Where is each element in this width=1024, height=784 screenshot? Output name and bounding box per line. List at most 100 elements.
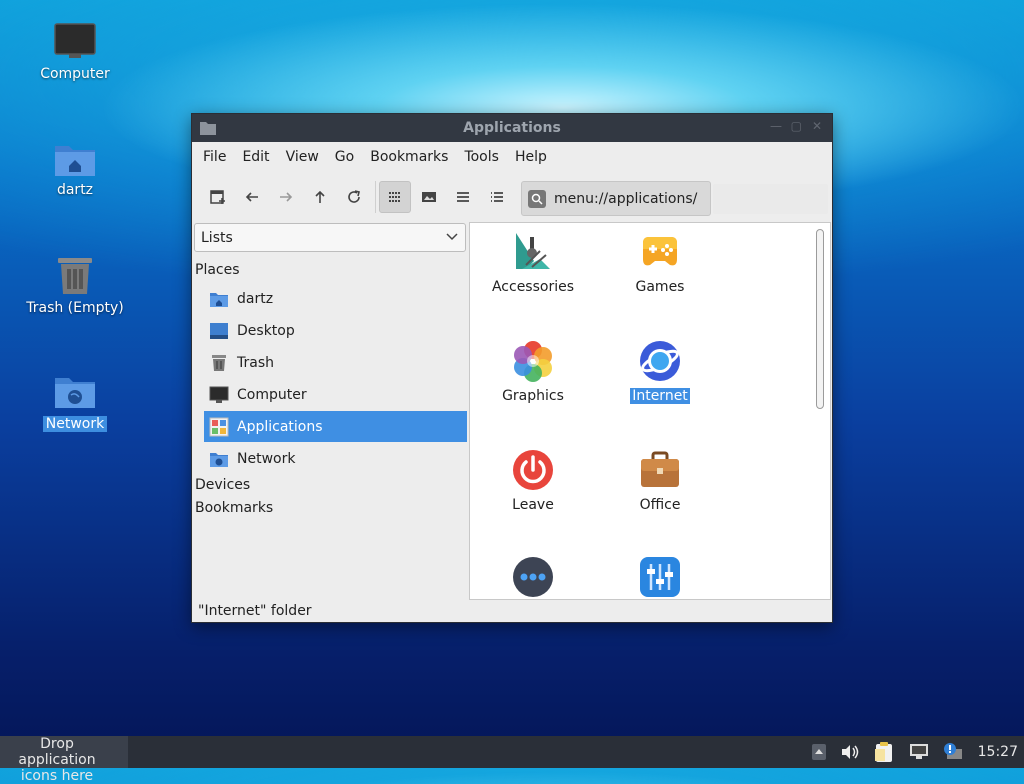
sidebar-item-network[interactable]: Network xyxy=(204,443,467,474)
app-folder-label: Games xyxy=(635,279,685,295)
menu-tools[interactable]: Tools xyxy=(456,149,507,165)
sidebar-item-computer[interactable]: Computer xyxy=(204,379,467,410)
desktop-icon-computer[interactable]: Computer xyxy=(20,22,130,82)
menu-go[interactable]: Go xyxy=(327,149,362,165)
file-view[interactable]: Accessories Games Graphics Internet Leav… xyxy=(469,222,831,600)
gamepad-icon xyxy=(643,237,677,266)
back-icon xyxy=(245,192,258,202)
detailed-list-icon xyxy=(491,192,503,202)
app-folder-games[interactable]: Games xyxy=(600,231,720,295)
desktop-icon-label: Computer xyxy=(40,66,110,82)
clipboard-icon xyxy=(874,742,892,762)
tray-expand-button[interactable] xyxy=(811,743,827,761)
preferences-icon xyxy=(640,557,680,597)
forward-button[interactable] xyxy=(270,181,302,213)
reload-icon xyxy=(348,190,360,203)
internet-icon xyxy=(640,341,680,381)
sidebar-item-label: Desktop xyxy=(237,322,295,339)
side-pane-mode-select[interactable]: Lists xyxy=(194,223,466,252)
update-notifier-icon xyxy=(943,743,962,759)
app-folder-other[interactable] xyxy=(473,556,593,599)
app-folder-accessories[interactable]: Accessories xyxy=(473,231,593,295)
location-bar[interactable]: menu://applications/ xyxy=(521,181,711,216)
devices-header[interactable]: Devices xyxy=(195,477,250,493)
menu-help[interactable]: Help xyxy=(507,149,555,165)
network-folder-icon xyxy=(210,452,228,467)
window-titlebar[interactable]: Applications — ▢ ✕ xyxy=(192,114,832,142)
desktop-icon-network[interactable]: Network xyxy=(20,372,130,432)
maximize-button[interactable]: ▢ xyxy=(791,119,802,133)
sidebar-item-dartz[interactable]: dartz xyxy=(204,283,467,314)
minimize-button[interactable]: — xyxy=(770,119,782,133)
desktop-icon-trash[interactable]: Trash (Empty) xyxy=(20,256,130,316)
sidebar-item-trash[interactable]: Trash xyxy=(204,347,467,378)
new-tab-button[interactable] xyxy=(202,181,234,213)
thumbnail-view-button[interactable] xyxy=(413,181,445,213)
network-status-button[interactable] xyxy=(909,743,929,761)
other-icon xyxy=(513,557,553,597)
app-folder-graphics[interactable]: Graphics xyxy=(473,340,593,404)
graphics-icon xyxy=(514,341,552,382)
trash-icon xyxy=(212,354,226,371)
sidebar-item-desktop[interactable]: Desktop xyxy=(204,315,467,346)
trash-icon xyxy=(58,258,92,294)
window-title: Applications xyxy=(463,120,561,136)
briefcase-icon xyxy=(641,451,679,487)
icon-view-icon xyxy=(389,192,400,202)
update-notifier-button[interactable] xyxy=(943,743,963,761)
icon-view-button[interactable] xyxy=(379,181,411,213)
app-folder-label: Internet xyxy=(630,388,690,404)
computer-icon xyxy=(209,386,229,403)
sidebar-item-label: Applications xyxy=(237,418,323,435)
menubar: File Edit View Go Bookmarks Tools Help xyxy=(192,142,832,172)
menu-bookmarks[interactable]: Bookmarks xyxy=(362,149,456,165)
clock[interactable]: 15:27 xyxy=(978,744,1018,760)
side-pane-mode-value: Lists xyxy=(201,229,233,246)
location-path: menu://applications/ xyxy=(554,190,698,207)
forward-icon xyxy=(280,192,293,202)
taskbar: Drop application icons here 15:27 xyxy=(0,736,1024,784)
menu-edit[interactable]: Edit xyxy=(234,149,277,165)
status-bar: "Internet" folder xyxy=(198,603,312,619)
places-header[interactable]: Places xyxy=(195,262,240,278)
desktop-icon-label: dartz xyxy=(56,182,94,198)
sidebar-item-label: Computer xyxy=(237,386,307,403)
network-folder-icon xyxy=(55,378,95,408)
close-button[interactable]: ✕ xyxy=(812,119,822,133)
app-folder-office[interactable]: Office xyxy=(600,449,720,513)
clipboard-button[interactable] xyxy=(873,741,895,763)
application-launcher-dropzone[interactable]: Drop application icons here xyxy=(0,736,128,784)
computer-icon xyxy=(54,23,96,58)
sidebar-item-applications[interactable]: Applications xyxy=(204,411,467,442)
menu-view[interactable]: View xyxy=(278,149,327,165)
thumbnail-view-icon xyxy=(422,192,436,202)
compact-view-icon xyxy=(457,192,469,202)
desktop-icon-label: Trash (Empty) xyxy=(26,300,124,316)
compact-view-button[interactable] xyxy=(447,181,479,213)
reload-button[interactable] xyxy=(338,181,370,213)
volume-icon xyxy=(841,745,858,759)
up-button[interactable] xyxy=(304,181,336,213)
detailed-list-button[interactable] xyxy=(481,181,513,213)
path-bar-fill xyxy=(713,184,828,214)
app-folder-preferences[interactable] xyxy=(600,556,720,599)
bookmarks-header[interactable]: Bookmarks xyxy=(195,500,273,516)
volume-button[interactable] xyxy=(841,744,859,760)
app-folder-leave[interactable]: Leave xyxy=(473,449,593,513)
applications-icon xyxy=(209,417,229,436)
file-manager-window: Applications — ▢ ✕ File Edit View Go Boo… xyxy=(191,113,833,623)
home-folder-icon xyxy=(210,292,228,307)
toolbar: menu://applications/ xyxy=(192,172,832,222)
desktop-icon-dartz[interactable]: dartz xyxy=(20,140,130,198)
sidebar-item-label: Network xyxy=(237,450,296,467)
sidebar-item-label: Trash xyxy=(237,354,274,371)
desktop-icon xyxy=(210,322,228,339)
system-tray: 15:27 xyxy=(804,736,1024,768)
menu-file[interactable]: File xyxy=(195,149,234,165)
up-icon xyxy=(315,190,325,203)
back-button[interactable] xyxy=(236,181,268,213)
app-folder-internet[interactable]: Internet xyxy=(600,340,720,404)
accessories-icon xyxy=(516,233,550,269)
new-tab-icon xyxy=(210,190,225,204)
file-view-scrollbar[interactable] xyxy=(816,229,824,409)
